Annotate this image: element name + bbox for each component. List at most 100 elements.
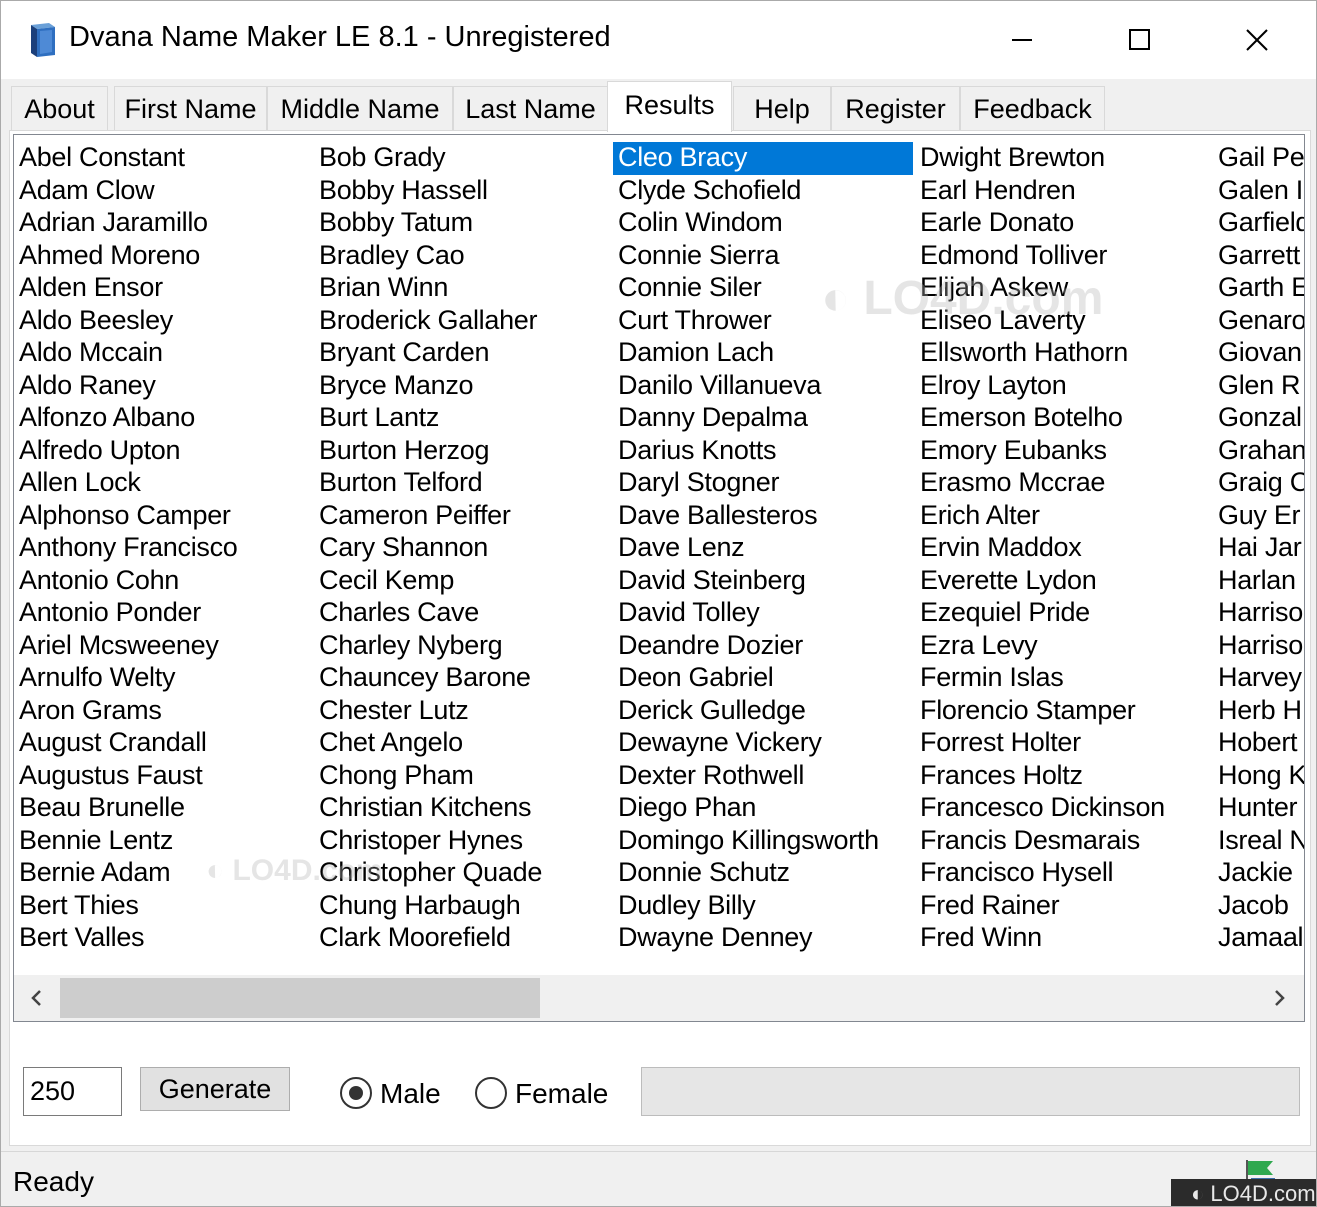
list-item[interactable]: Ahmed Moreno <box>14 240 314 273</box>
tab-last-name[interactable]: Last Name <box>453 86 608 130</box>
list-item[interactable]: Chung Harbaugh <box>314 890 614 923</box>
list-item[interactable]: Arnulfo Welty <box>14 662 314 695</box>
list-item[interactable]: Charles Cave <box>314 597 614 630</box>
list-item[interactable]: Bert Thies <box>14 890 314 923</box>
list-item[interactable]: Curt Thrower <box>613 305 913 338</box>
list-item[interactable]: Elroy Layton <box>915 370 1215 403</box>
radio-male-circle[interactable] <box>340 1077 372 1109</box>
list-item[interactable]: Chauncey Barone <box>314 662 614 695</box>
list-item[interactable]: Christian Kitchens <box>314 792 614 825</box>
list-item[interactable]: Ariel Mcsweeney <box>14 630 314 663</box>
list-item[interactable]: Bennie Lentz <box>14 825 314 858</box>
list-item[interactable]: Adam Clow <box>14 175 314 208</box>
list-item[interactable]: Ezra Levy <box>915 630 1215 663</box>
list-item[interactable]: Herb H <box>1213 695 1304 728</box>
list-item[interactable]: Ervin Maddox <box>915 532 1215 565</box>
list-item[interactable]: Jackie <box>1213 857 1304 890</box>
tab-register[interactable]: Register <box>831 86 960 130</box>
list-item[interactable]: Dwight Brewton <box>915 142 1215 175</box>
list-item[interactable]: Francisco Hysell <box>915 857 1215 890</box>
list-item[interactable]: Damion Lach <box>613 337 913 370</box>
list-item[interactable]: Bert Valles <box>14 922 314 955</box>
radio-male[interactable]: Male <box>340 1075 450 1113</box>
list-item[interactable]: Colin Windom <box>613 207 913 240</box>
list-item[interactable]: Dexter Rothwell <box>613 760 913 793</box>
list-item[interactable]: Emerson Botelho <box>915 402 1215 435</box>
list-item[interactable]: Harriso <box>1213 630 1304 663</box>
list-item[interactable]: Aldo Mccain <box>14 337 314 370</box>
list-item[interactable]: Aldo Raney <box>14 370 314 403</box>
list-item[interactable]: Augustus Faust <box>14 760 314 793</box>
list-item[interactable]: Harvey <box>1213 662 1304 695</box>
scroll-left-button[interactable] <box>14 975 60 1021</box>
list-item[interactable]: Charley Nyberg <box>314 630 614 663</box>
list-item[interactable]: Elijah Askew <box>915 272 1215 305</box>
list-item[interactable]: Danny Depalma <box>613 402 913 435</box>
list-item[interactable]: Christopher Quade <box>314 857 614 890</box>
list-item[interactable]: Chester Lutz <box>314 695 614 728</box>
list-item[interactable]: Isreal N <box>1213 825 1304 858</box>
list-item[interactable]: Garth E <box>1213 272 1304 305</box>
list-item[interactable]: Dudley Billy <box>613 890 913 923</box>
list-item[interactable]: Cleo Bracy <box>613 142 913 175</box>
list-item[interactable]: Gonzal <box>1213 402 1304 435</box>
list-item[interactable]: Eliseo Laverty <box>915 305 1215 338</box>
list-item[interactable]: Frances Holtz <box>915 760 1215 793</box>
list-item[interactable]: Bob Grady <box>314 142 614 175</box>
list-item[interactable]: Burton Telford <box>314 467 614 500</box>
list-item[interactable]: Antonio Cohn <box>14 565 314 598</box>
list-item[interactable]: Francesco Dickinson <box>915 792 1215 825</box>
list-item[interactable]: Garrett <box>1213 240 1304 273</box>
list-item[interactable]: Brian Winn <box>314 272 614 305</box>
list-item[interactable]: Harriso <box>1213 597 1304 630</box>
list-item[interactable]: Hunter <box>1213 792 1304 825</box>
list-item[interactable]: Hong K <box>1213 760 1304 793</box>
maximize-button[interactable] <box>1081 1 1199 79</box>
list-item[interactable]: Francis Desmarais <box>915 825 1215 858</box>
radio-female-circle[interactable] <box>475 1077 507 1109</box>
list-item[interactable]: Donnie Schutz <box>613 857 913 890</box>
list-item[interactable]: Cecil Kemp <box>314 565 614 598</box>
list-item[interactable]: Alphonso Camper <box>14 500 314 533</box>
list-item[interactable]: Grahan <box>1213 435 1304 468</box>
tab-results[interactable]: Results <box>607 81 732 132</box>
list-item[interactable]: Bobby Hassell <box>314 175 614 208</box>
list-item[interactable]: Alfonzo Albano <box>14 402 314 435</box>
list-item[interactable]: Aldo Beesley <box>14 305 314 338</box>
list-item[interactable]: Christoper Hynes <box>314 825 614 858</box>
list-item[interactable]: David Tolley <box>613 597 913 630</box>
list-item[interactable]: Jamaal <box>1213 922 1304 955</box>
list-item[interactable]: Burton Herzog <box>314 435 614 468</box>
close-button[interactable] <box>1198 1 1316 79</box>
list-item[interactable]: Antonio Ponder <box>14 597 314 630</box>
list-item[interactable]: Connie Sierra <box>613 240 913 273</box>
list-item[interactable]: Everette Lydon <box>915 565 1215 598</box>
list-item[interactable]: Alden Ensor <box>14 272 314 305</box>
list-item[interactable]: Burt Lantz <box>314 402 614 435</box>
list-item[interactable]: Danilo Villanueva <box>613 370 913 403</box>
list-item[interactable]: Broderick Gallaher <box>314 305 614 338</box>
list-item[interactable]: Abel Constant <box>14 142 314 175</box>
tab-help[interactable]: Help <box>733 86 831 130</box>
list-item[interactable]: Garfield <box>1213 207 1304 240</box>
list-item[interactable]: Guy Er <box>1213 500 1304 533</box>
list-item[interactable]: Adrian Jaramillo <box>14 207 314 240</box>
list-item[interactable]: Dwayne Denney <box>613 922 913 955</box>
list-item[interactable]: Bernie Adam <box>14 857 314 890</box>
list-item[interactable]: Allen Lock <box>14 467 314 500</box>
list-item[interactable]: Fermin Islas <box>915 662 1215 695</box>
list-item[interactable]: Clyde Schofield <box>613 175 913 208</box>
tab-middle-name[interactable]: Middle Name <box>267 86 453 130</box>
title-bar[interactable]: Dvana Name Maker LE 8.1 - Unregistered <box>1 1 1316 79</box>
list-item[interactable]: Florencio Stamper <box>915 695 1215 728</box>
tab-first-name[interactable]: First Name <box>114 86 267 130</box>
list-item[interactable]: Connie Siler <box>613 272 913 305</box>
list-item[interactable]: Bobby Tatum <box>314 207 614 240</box>
list-item[interactable]: Beau Brunelle <box>14 792 314 825</box>
list-item[interactable]: August Crandall <box>14 727 314 760</box>
list-item[interactable]: Jacob <box>1213 890 1304 923</box>
scroll-thumb[interactable] <box>60 978 540 1018</box>
list-item[interactable]: Bryant Carden <box>314 337 614 370</box>
list-item[interactable]: Genaro <box>1213 305 1304 338</box>
list-item[interactable]: Alfredo Upton <box>14 435 314 468</box>
